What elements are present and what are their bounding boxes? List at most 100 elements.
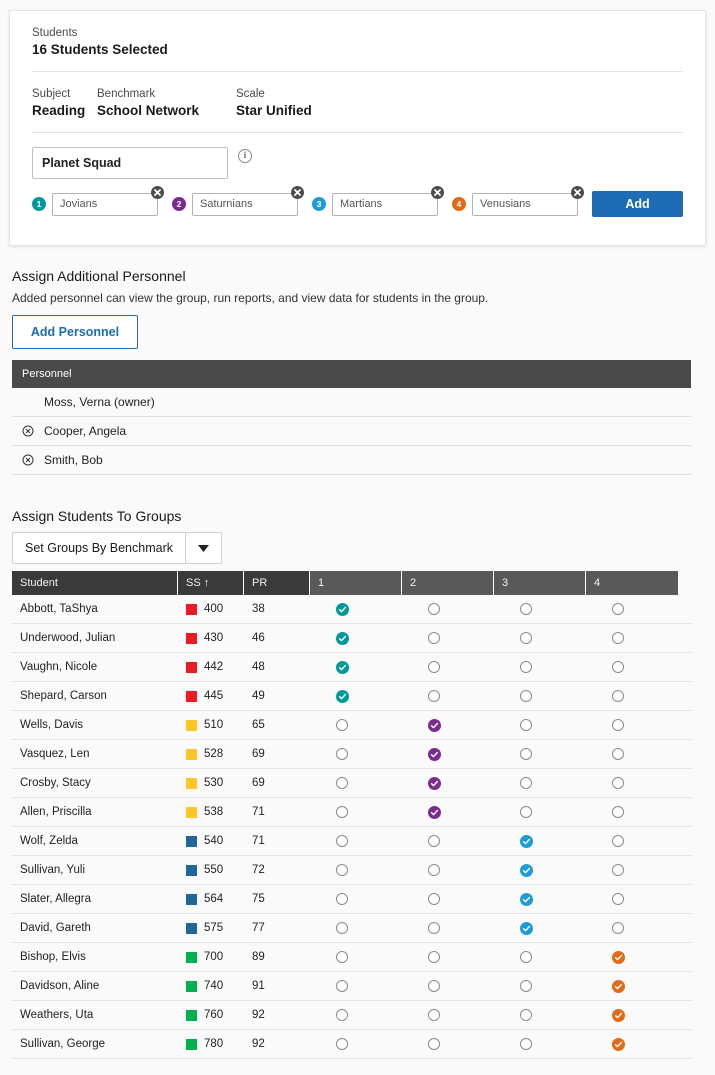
group-radio-2[interactable]: [402, 690, 494, 702]
student-ss-value: 442: [204, 661, 224, 673]
group-radio-3-selected[interactable]: [494, 863, 586, 877]
group-radio-1[interactable]: [310, 806, 402, 818]
squad-name-input[interactable]: [32, 147, 228, 179]
student-pr-value: 69: [252, 777, 265, 789]
remove-group-icon-2[interactable]: [291, 185, 304, 199]
group-radio-1-selected[interactable]: [310, 602, 402, 616]
group-radio-4[interactable]: [586, 922, 678, 934]
group-radio-1[interactable]: [310, 893, 402, 905]
group-radio-2[interactable]: [402, 1038, 494, 1050]
group-name-input-3[interactable]: [332, 192, 438, 216]
group-radio-2[interactable]: [402, 980, 494, 992]
group-radio-3[interactable]: [494, 951, 586, 963]
group-radio-4[interactable]: [586, 690, 678, 702]
remove-personnel-icon[interactable]: [22, 425, 34, 437]
group-radio-1[interactable]: [310, 864, 402, 876]
group-radio-2-selected[interactable]: [402, 747, 494, 761]
group-radio-1[interactable]: [310, 719, 402, 731]
group-radio-1-selected[interactable]: [310, 660, 402, 674]
group-radio-3[interactable]: [494, 690, 586, 702]
column-header-pr[interactable]: PR: [244, 571, 310, 595]
group-name-input-2[interactable]: [192, 192, 298, 216]
group-radio-3[interactable]: [494, 603, 586, 615]
set-groups-dropdown[interactable]: Set Groups By Benchmark: [12, 532, 222, 564]
group-radio-2[interactable]: [402, 864, 494, 876]
group-radio-2-selected[interactable]: [402, 718, 494, 732]
group-radio-3[interactable]: [494, 1038, 586, 1050]
group-radio-4[interactable]: [586, 893, 678, 905]
group-radio-3-selected[interactable]: [494, 834, 586, 848]
group-radio-2[interactable]: [402, 661, 494, 673]
group-radio-3[interactable]: [494, 661, 586, 673]
group-radio-2-selected[interactable]: [402, 805, 494, 819]
column-header-ss[interactable]: SS ↑: [178, 571, 244, 595]
column-header-group-4[interactable]: 4: [586, 571, 678, 595]
group-radio-3[interactable]: [494, 980, 586, 992]
group-radio-3[interactable]: [494, 748, 586, 760]
group-radio-2[interactable]: [402, 1009, 494, 1021]
group-radio-4-selected[interactable]: [586, 979, 678, 993]
group-radio-4[interactable]: [586, 835, 678, 847]
group-radio-3[interactable]: [494, 719, 586, 731]
group-radio-1[interactable]: [310, 980, 402, 992]
student-ss-value: 430: [204, 632, 224, 644]
group-radio-4[interactable]: [586, 748, 678, 760]
student-name: Allen, Priscilla: [20, 806, 92, 818]
group-radio-4-selected[interactable]: [586, 1037, 678, 1051]
group-radio-1[interactable]: [310, 1009, 402, 1021]
group-radio-1[interactable]: [310, 835, 402, 847]
group-radio-4[interactable]: [586, 806, 678, 818]
group-radio-1[interactable]: [310, 951, 402, 963]
assign-students-heading: Assign Students To Groups: [12, 508, 182, 524]
group-radio-2[interactable]: [402, 632, 494, 644]
group-radio-2[interactable]: [402, 951, 494, 963]
radio-unselected-icon: [336, 777, 348, 789]
group-radio-4[interactable]: [586, 661, 678, 673]
group-radio-3[interactable]: [494, 777, 586, 789]
group-radio-1-selected[interactable]: [310, 689, 402, 703]
table-row: Wells, Davis 510 65: [12, 711, 691, 740]
radio-unselected-icon: [428, 1038, 440, 1050]
group-radio-2[interactable]: [402, 603, 494, 615]
group-radio-1-selected[interactable]: [310, 631, 402, 645]
group-radio-4[interactable]: [586, 719, 678, 731]
group-radio-2[interactable]: [402, 835, 494, 847]
group-radio-4-selected[interactable]: [586, 1008, 678, 1022]
group-radio-1[interactable]: [310, 777, 402, 789]
benchmark-color-swatch: [186, 777, 197, 789]
group-radio-2[interactable]: [402, 922, 494, 934]
remove-group-icon-3[interactable]: [431, 185, 444, 199]
group-radio-4[interactable]: [586, 632, 678, 644]
group-radio-2-selected[interactable]: [402, 776, 494, 790]
group-radio-1[interactable]: [310, 922, 402, 934]
group-radio-3[interactable]: [494, 806, 586, 818]
add-group-button[interactable]: Add: [592, 191, 683, 217]
column-header-group-3[interactable]: 3: [494, 571, 586, 595]
group-radio-2[interactable]: [402, 893, 494, 905]
group-radio-3[interactable]: [494, 632, 586, 644]
student-ss-cell: 540: [178, 835, 244, 847]
student-ss-value: 550: [204, 864, 224, 876]
group-radio-4-selected[interactable]: [586, 950, 678, 964]
info-icon[interactable]: i: [238, 149, 252, 163]
group-radio-3-selected[interactable]: [494, 892, 586, 906]
student-ss-value: 528: [204, 748, 224, 760]
add-personnel-button[interactable]: Add Personnel: [12, 315, 138, 349]
radio-unselected-icon: [336, 951, 348, 963]
remove-personnel-icon[interactable]: [22, 454, 34, 466]
radio-unselected-icon: [520, 719, 532, 731]
group-radio-1[interactable]: [310, 1038, 402, 1050]
group-name-input-4[interactable]: [472, 192, 578, 216]
column-header-student[interactable]: Student: [12, 571, 178, 595]
group-radio-4[interactable]: [586, 864, 678, 876]
group-radio-1[interactable]: [310, 748, 402, 760]
group-radio-4[interactable]: [586, 777, 678, 789]
group-name-input-1[interactable]: [52, 192, 158, 216]
column-header-group-1[interactable]: 1: [310, 571, 402, 595]
column-header-group-2[interactable]: 2: [402, 571, 494, 595]
group-radio-3-selected[interactable]: [494, 921, 586, 935]
group-radio-3[interactable]: [494, 1009, 586, 1021]
remove-group-icon-4[interactable]: [571, 185, 584, 199]
remove-group-icon-1[interactable]: [151, 185, 164, 199]
group-radio-4[interactable]: [586, 603, 678, 615]
